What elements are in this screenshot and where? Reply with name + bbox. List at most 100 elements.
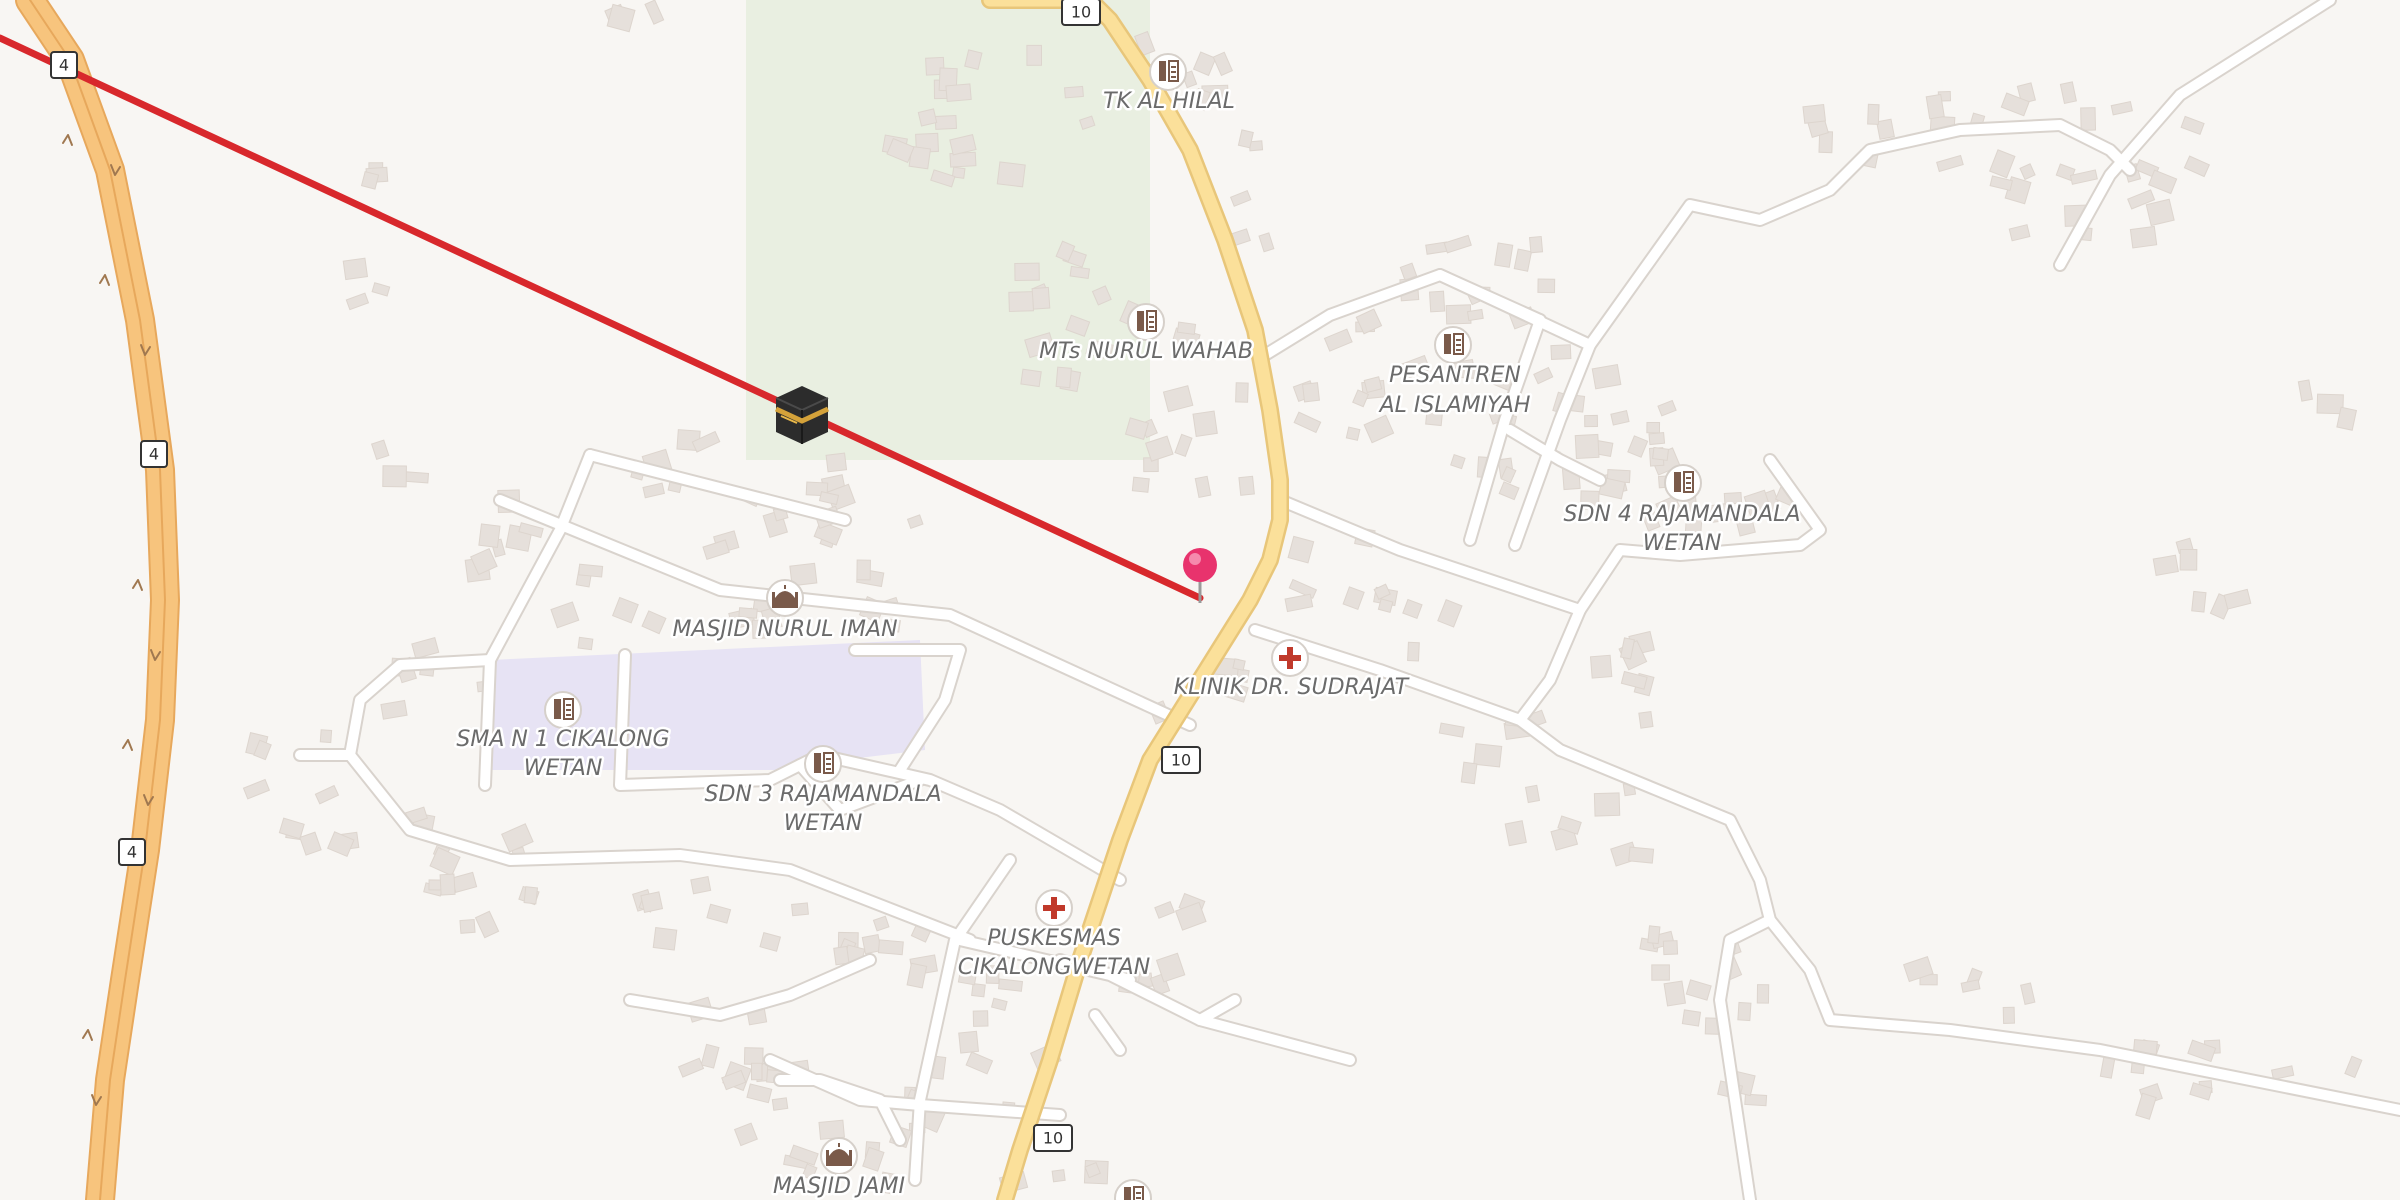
building [360,170,380,190]
mosque-icon[interactable] [820,1137,858,1175]
building [1528,235,1544,254]
building [382,465,407,488]
building [1524,784,1541,804]
building [1176,321,1197,335]
building [1301,382,1321,403]
route-shield-10: 10 [1061,0,1101,26]
building [1867,103,1880,125]
poi-label-masjid-nurul-iman: MASJID NURUL IMAN [672,617,897,642]
health-icon[interactable] [1035,889,1073,927]
svg-text:10: 10 [1171,751,1191,770]
building [478,523,501,549]
school-icon[interactable] [804,745,842,783]
building [2080,107,2097,131]
map-canvas[interactable]: 4 4 4 10 10 10 TK AL HILAL MTs NURUL WAH… [0,0,2400,1200]
building [1008,291,1034,312]
building [917,108,938,127]
building [1663,980,1687,1007]
building [1638,710,1654,729]
poi-label-sdn3: SDN 3 RAJAMANDALA [704,782,941,807]
building [1020,368,1042,388]
building [1737,1001,1752,1022]
building [996,161,1026,188]
school-icon[interactable] [1149,53,1187,91]
poi-label-masjid-jami: MASJID JAMI [773,1174,905,1199]
building [771,1097,789,1111]
school-icon[interactable] [1434,326,1472,364]
building [1063,85,1084,99]
poi-label-cikalongwetan: CIKALONGWETAN [958,955,1150,980]
building [1345,426,1361,441]
poi-label-mts-nurul-wahab: MTs NURUL WAHAB [1039,339,1253,364]
poi-label-puskesmas: PUSKESMAS [987,926,1121,951]
route-shield-10: 10 [1161,746,1201,774]
building [1550,344,1572,360]
building [1646,421,1661,434]
building [1055,366,1072,389]
building [1662,940,1679,956]
building [971,983,986,998]
building [1192,410,1218,437]
building [342,257,369,281]
building [1802,103,1827,124]
route-shield-10: 10 [1033,1124,1073,1152]
building [1574,433,1600,460]
building [1473,743,1503,768]
building [2316,393,2344,415]
poi-label-tk-al-hilal: TK AL HILAL [1103,89,1235,114]
poi-label-sdn4-wetan: WETAN [1643,531,1722,556]
building [1537,278,1556,294]
building [972,1010,989,1027]
building [1591,363,1622,390]
svg-text:10: 10 [1043,1129,1063,1148]
building [1131,476,1150,493]
building [1051,1169,1066,1183]
health-icon[interactable] [1271,639,1309,677]
building [1589,654,1613,679]
building [439,873,456,896]
building [1756,984,1770,1004]
building [2152,554,2179,577]
building [1628,846,1655,864]
poi-label-sma-n1-wetan: WETAN [524,756,603,781]
svg-text:4: 4 [127,843,137,862]
building [1681,1009,1702,1027]
poi-label-klinik: KLINIK DR. SUDRAJAT [1174,675,1410,700]
poi-label-sdn3-wetan: WETAN [784,811,863,836]
building [1031,286,1051,310]
svg-text:10: 10 [1071,3,1091,22]
building [818,1119,845,1140]
route-shield-4: 4 [118,838,146,866]
building [945,83,972,103]
building [1014,262,1040,281]
building [750,1062,763,1081]
mosque-icon[interactable] [766,579,804,617]
building [577,636,594,651]
building [1652,446,1670,461]
building [1238,475,1255,496]
building [856,559,871,581]
building [1460,761,1478,785]
building [791,902,809,917]
building [1069,265,1091,279]
building [1648,432,1666,446]
building [652,926,678,951]
building [1428,290,1446,313]
building [523,886,539,905]
svg-text:4: 4 [149,445,159,464]
building [934,114,958,130]
building [1445,304,1472,325]
kaaba-icon[interactable] [774,386,830,444]
building [833,945,850,966]
building [1593,792,1621,817]
school-icon[interactable] [1127,303,1165,341]
building [958,1030,979,1054]
building [1925,93,1945,120]
school-icon[interactable] [1664,464,1702,502]
school-icon[interactable] [544,691,582,729]
building [578,563,604,578]
building [2179,548,2198,571]
poi-label-al-islamiyah: AL ISLAMIYAH [1378,393,1531,418]
building [2129,225,2158,249]
building [2191,590,2207,613]
